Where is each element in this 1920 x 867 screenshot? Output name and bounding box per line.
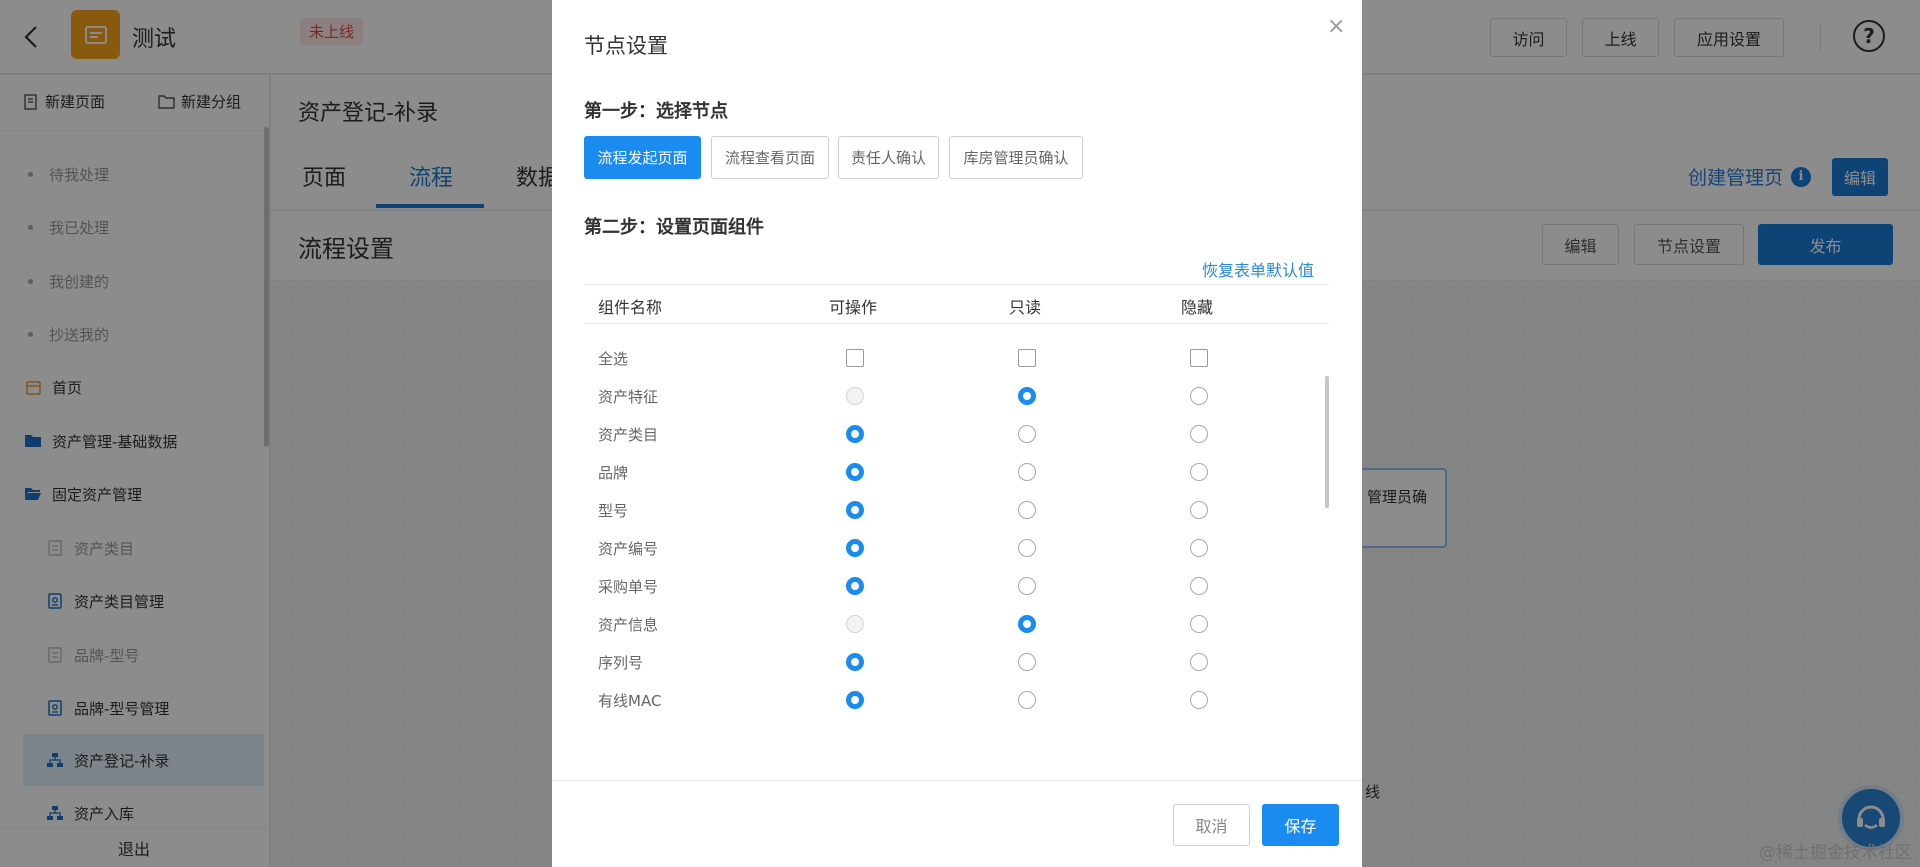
modal-footer-divider bbox=[552, 780, 1362, 781]
node-button-warehouse-confirm[interactable]: 库房管理员确认 bbox=[949, 136, 1083, 179]
component-name: 型号 bbox=[598, 502, 629, 520]
table-row: 资产编号 bbox=[584, 529, 1329, 567]
operable-radio[interactable] bbox=[846, 577, 864, 595]
hidden-radio[interactable] bbox=[1190, 577, 1208, 595]
modal-title: 节点设置 bbox=[584, 34, 668, 58]
step2-title: 第二步：设置页面组件 bbox=[584, 217, 764, 238]
component-name: 资产类目 bbox=[598, 426, 659, 444]
table-row: 序列号 bbox=[584, 643, 1329, 681]
operable-radio[interactable] bbox=[846, 463, 864, 481]
table-row: 有线MAC bbox=[584, 681, 1329, 719]
readonly-radio[interactable] bbox=[1018, 691, 1036, 709]
cancel-button[interactable]: 取消 bbox=[1173, 804, 1250, 846]
close-icon[interactable]: × bbox=[1327, 14, 1345, 39]
hidden-radio[interactable] bbox=[1190, 691, 1208, 709]
readonly-radio[interactable] bbox=[1018, 387, 1036, 405]
column-header-operable: 可操作 bbox=[829, 298, 878, 317]
step1-title: 第一步：选择节点 bbox=[584, 101, 728, 122]
operable-radio[interactable] bbox=[846, 691, 864, 709]
table-row: 品牌 bbox=[584, 453, 1329, 491]
column-header-readonly: 只读 bbox=[1009, 298, 1042, 317]
operable-radio[interactable] bbox=[846, 615, 864, 633]
hidden-radio[interactable] bbox=[1190, 539, 1208, 557]
node-button-owner-confirm[interactable]: 责任人确认 bbox=[838, 136, 939, 179]
readonly-radio[interactable] bbox=[1018, 577, 1036, 595]
readonly-radio[interactable] bbox=[1018, 463, 1036, 481]
column-header-name: 组件名称 bbox=[598, 298, 663, 317]
operable-radio[interactable] bbox=[846, 501, 864, 519]
component-name: 资产特征 bbox=[598, 388, 659, 406]
operable-radio[interactable] bbox=[846, 539, 864, 557]
hidden-radio[interactable] bbox=[1190, 425, 1208, 443]
select-all-operable-checkbox[interactable] bbox=[846, 349, 864, 367]
select-all-hidden-checkbox[interactable] bbox=[1190, 349, 1208, 367]
column-header-hidden: 隐藏 bbox=[1181, 298, 1214, 317]
operable-radio[interactable] bbox=[846, 387, 864, 405]
save-button[interactable]: 保存 bbox=[1262, 804, 1339, 846]
hidden-radio[interactable] bbox=[1190, 653, 1208, 671]
readonly-radio[interactable] bbox=[1018, 425, 1036, 443]
table-row: 资产信息 bbox=[584, 605, 1329, 643]
hidden-radio[interactable] bbox=[1190, 615, 1208, 633]
select-all-row: 全选 bbox=[584, 339, 1329, 377]
table-scrollbar[interactable] bbox=[1325, 376, 1329, 508]
component-name: 序列号 bbox=[598, 654, 644, 672]
node-settings-modal: 节点设置 × 第一步：选择节点 流程发起页面 流程查看页面 责任人确认 库房管理… bbox=[552, 0, 1362, 867]
readonly-radio[interactable] bbox=[1018, 539, 1036, 557]
node-button-start[interactable]: 流程发起页面 bbox=[584, 136, 701, 179]
component-name: 品牌 bbox=[598, 464, 629, 482]
component-name: 采购单号 bbox=[598, 578, 659, 596]
hidden-radio[interactable] bbox=[1190, 387, 1208, 405]
readonly-radio[interactable] bbox=[1018, 501, 1036, 519]
component-name: 资产信息 bbox=[598, 616, 659, 634]
table-row bbox=[584, 719, 1329, 729]
hidden-radio[interactable] bbox=[1190, 501, 1208, 519]
component-name: 资产编号 bbox=[598, 540, 659, 558]
select-all-readonly-checkbox[interactable] bbox=[1018, 349, 1036, 367]
component-permission-table: 组件名称 可操作 只读 隐藏 全选 资产特征资产类目品牌型号资产编号采购单号资产… bbox=[584, 284, 1329, 729]
component-name: 有线MAC bbox=[598, 692, 662, 710]
readonly-radio[interactable] bbox=[1018, 615, 1036, 633]
restore-defaults-link[interactable]: 恢复表单默认值 bbox=[1202, 257, 1314, 281]
node-button-view[interactable]: 流程查看页面 bbox=[711, 136, 829, 179]
operable-radio[interactable] bbox=[846, 653, 864, 671]
table-row: 资产特征 bbox=[584, 377, 1329, 415]
table-body: 全选 资产特征资产类目品牌型号资产编号采购单号资产信息序列号有线MAC bbox=[584, 324, 1329, 729]
table-row: 型号 bbox=[584, 491, 1329, 529]
table-header: 组件名称 可操作 只读 隐藏 bbox=[584, 284, 1329, 324]
table-row: 资产类目 bbox=[584, 415, 1329, 453]
table-row: 采购单号 bbox=[584, 567, 1329, 605]
readonly-radio[interactable] bbox=[1018, 653, 1036, 671]
hidden-radio[interactable] bbox=[1190, 463, 1208, 481]
operable-radio[interactable] bbox=[846, 425, 864, 443]
select-all-label: 全选 bbox=[598, 350, 629, 368]
